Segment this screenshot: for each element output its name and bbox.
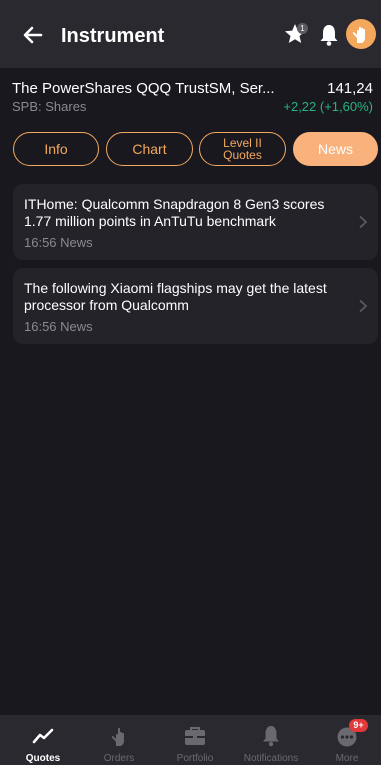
favorites-count-badge: 1: [297, 23, 308, 34]
nav-label: Orders: [103, 753, 135, 764]
bell-icon: [263, 726, 279, 747]
nav-quotes[interactable]: Quotes: [5, 715, 81, 765]
news-meta: 16:56 News: [24, 235, 93, 250]
nav-label: Portfolio: [176, 753, 214, 764]
nav-more[interactable]: 9+ More: [309, 715, 381, 765]
instrument-name: The PowerShares QQQ TrustSM, Ser...: [12, 80, 275, 97]
tab-chart[interactable]: Chart: [106, 132, 193, 166]
back-arrow-icon[interactable]: [20, 22, 46, 48]
tab-info[interactable]: Info: [13, 132, 99, 166]
chevron-right-icon: [359, 215, 368, 229]
news-item[interactable]: The following Xiaomi flagships may get t…: [13, 268, 378, 344]
nav-orders[interactable]: Orders: [81, 715, 157, 765]
nav-label: Quotes: [25, 753, 61, 764]
hand-icon: [111, 727, 124, 746]
briefcase-icon: [185, 727, 205, 745]
tab-level-ii-quotes[interactable]: Level II Quotes: [199, 132, 286, 166]
nav-label: More: [335, 753, 359, 764]
instrument-price: 141,24: [327, 80, 373, 97]
hand-icon: [352, 26, 365, 43]
nav-notifications[interactable]: Notifications: [233, 715, 309, 765]
favorites-star-button[interactable]: 1: [283, 22, 309, 48]
bell-icon[interactable]: [318, 23, 340, 47]
instrument-market: SPB: Shares: [12, 99, 87, 114]
instrument-change: +2,22 (+1,60%): [283, 99, 373, 114]
bottom-navigation: Quotes Orders Portfolio Notifications 9+…: [0, 715, 381, 765]
chart-line-icon: [32, 728, 54, 744]
page-title: Instrument: [61, 25, 165, 47]
news-headline: ITHome: Qualcomm Snapdragon 8 Gen3 score…: [24, 196, 325, 229]
chevron-right-icon: [359, 299, 368, 313]
news-headline: The following Xiaomi flagships may get t…: [24, 280, 327, 313]
news-meta: 16:56 News: [24, 319, 93, 334]
more-badge: 9+: [349, 719, 368, 732]
tab-news[interactable]: News: [293, 132, 378, 166]
nav-label: Notifications: [243, 753, 299, 764]
top-app-bar: Instrument 1: [0, 0, 381, 68]
avatar[interactable]: [346, 19, 376, 49]
nav-portfolio[interactable]: Portfolio: [157, 715, 233, 765]
news-item[interactable]: ITHome: Qualcomm Snapdragon 8 Gen3 score…: [13, 184, 378, 260]
